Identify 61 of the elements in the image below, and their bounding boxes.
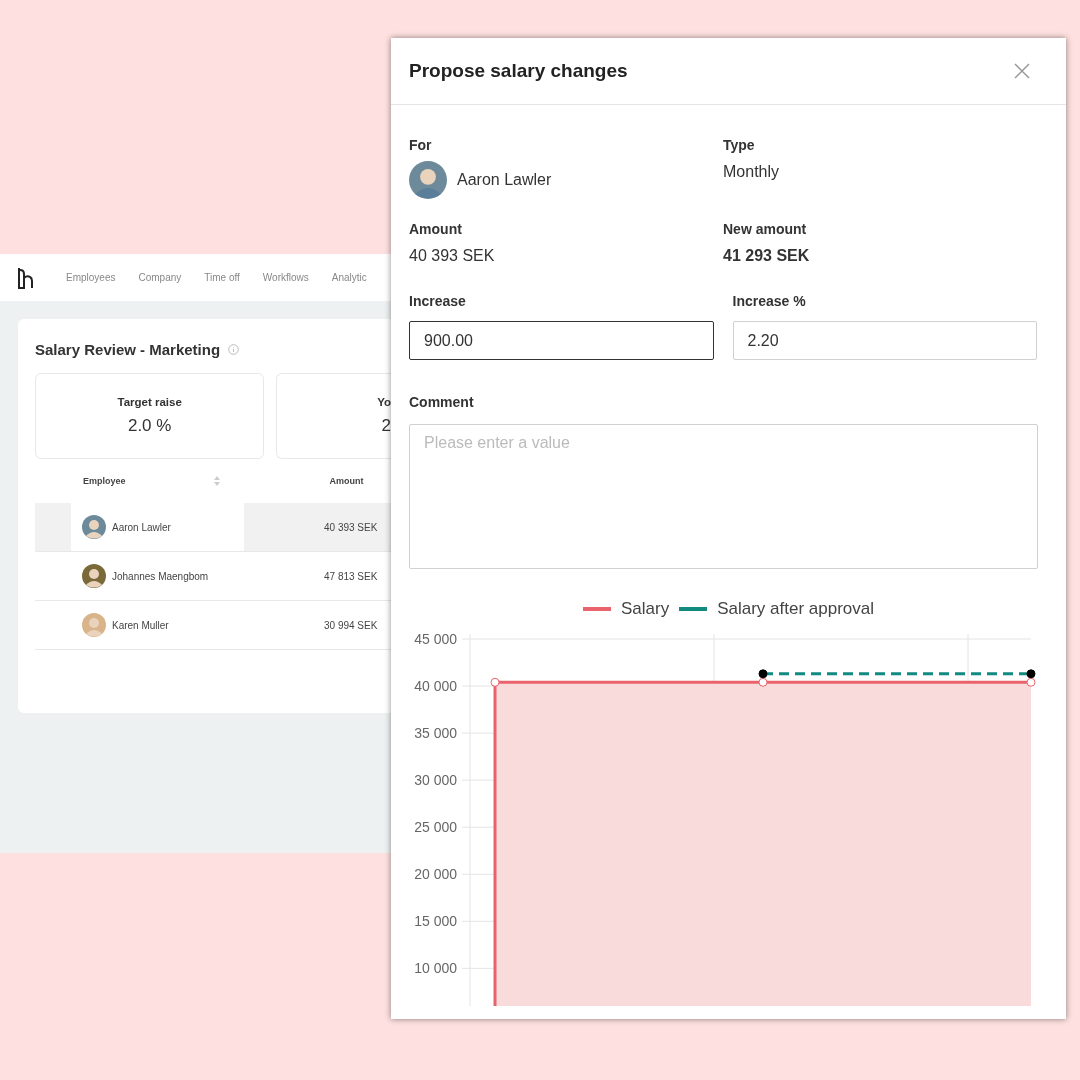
table-row[interactable]: Karen Muller 30 994 SEK <box>35 601 391 650</box>
legend-swatch <box>582 607 611 611</box>
type-value: Monthly <box>723 163 781 181</box>
nav-link[interactable]: Analytic <box>331 272 367 283</box>
dialog-title: Propose salary changes <box>409 60 628 82</box>
axis-tick-label: 20 000 <box>414 866 457 883</box>
data-point <box>758 669 768 679</box>
column-header[interactable]: Amount <box>329 476 364 486</box>
close-button[interactable] <box>1014 63 1030 79</box>
new-amount-value: 41 293 SEK <box>723 247 811 265</box>
axis-tick-label: 25 000 <box>414 819 457 836</box>
avatar <box>82 613 106 637</box>
stat-label: Yo <box>377 396 391 408</box>
amount-cell: 30 994 SEK <box>324 619 378 631</box>
field-label: Increase <box>409 293 467 309</box>
table-row[interactable]: Aaron Lawler 40 393 SEK <box>35 503 391 552</box>
table-row[interactable]: Johannes Maengbom 47 813 SEK <box>35 552 391 601</box>
info-icon <box>228 343 240 355</box>
nav-link[interactable]: Company <box>138 272 182 283</box>
nav-link[interactable]: Employees <box>66 272 116 283</box>
data-point <box>1026 677 1036 687</box>
avatar <box>82 515 106 539</box>
field-label: For <box>409 137 433 153</box>
legend-swatch <box>679 607 708 611</box>
stat-value: 2.0 % <box>127 416 172 436</box>
amount-value: 40 393 SEK <box>409 247 496 265</box>
employee-name: Karen Muller <box>112 619 169 631</box>
field-label: New amount <box>723 221 808 237</box>
axis-tick-label: 35 000 <box>414 725 457 742</box>
amount-cell: 40 393 SEK <box>324 521 378 533</box>
avatar <box>82 564 106 588</box>
logo-icon <box>17 265 35 290</box>
axis-tick-label: 30 000 <box>414 772 457 789</box>
nav-link[interactable]: Time off <box>204 272 240 283</box>
axis-tick-label: 15 000 <box>414 913 457 930</box>
legend-label: Salary <box>620 599 670 619</box>
stat-value: 2 <box>381 416 391 436</box>
nav-link[interactable]: Workflows <box>262 272 309 283</box>
data-point <box>490 677 500 687</box>
increase-field[interactable]: 900.00 <box>409 321 714 360</box>
data-point <box>758 677 768 687</box>
employee-name: Johannes Maengbom <box>112 570 209 582</box>
increase-percent-field[interactable]: 2.20 <box>732 321 1037 360</box>
employee-name: Aaron Lawler <box>457 171 552 189</box>
review-title: Salary Review - Marketing <box>35 340 221 358</box>
field-label: Amount <box>409 221 463 237</box>
field-label: Type <box>723 137 756 153</box>
axis-tick-label: 10 000 <box>414 960 457 977</box>
data-point <box>1026 669 1036 679</box>
column-header[interactable]: Employee <box>83 476 126 486</box>
axis-tick-label: 45 000 <box>414 634 457 647</box>
avatar <box>409 161 447 199</box>
amount-cell: 47 813 SEK <box>324 570 378 582</box>
axis-tick-label: 40 000 <box>414 678 457 695</box>
field-label: Increase % <box>732 293 807 309</box>
field-label: Comment <box>409 394 475 410</box>
sort-icon[interactable] <box>213 476 220 486</box>
legend-label: Salary after approval <box>717 599 875 619</box>
comment-field[interactable]: Please enter a value <box>409 424 1038 569</box>
employee-name: Aaron Lawler <box>112 521 171 533</box>
stat-label: Target raise <box>117 396 182 408</box>
